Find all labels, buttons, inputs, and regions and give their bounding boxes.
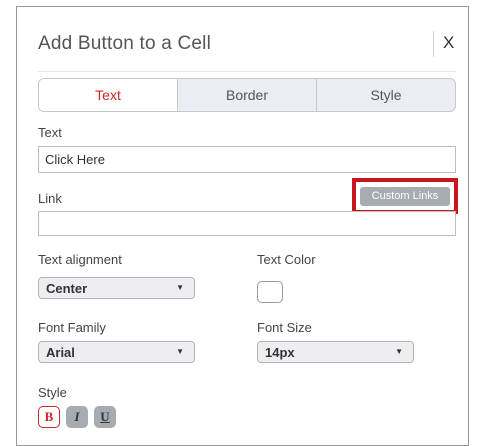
text-color-swatch[interactable] (257, 281, 283, 303)
font-family-label: Font Family (38, 320, 106, 335)
tab-bar: Text Border Style (38, 78, 456, 112)
link-label: Link (38, 191, 62, 206)
text-alignment-label: Text alignment (38, 252, 122, 267)
header-divider (38, 71, 456, 72)
caret-down-icon: ▼ (395, 347, 403, 356)
font-family-select[interactable]: Arial ▼ (38, 341, 195, 363)
font-size-value: 14px (265, 344, 295, 360)
font-family-value: Arial (46, 344, 75, 360)
italic-button[interactable]: I (66, 406, 88, 428)
text-alignment-select[interactable]: Center ▼ (38, 277, 195, 299)
font-size-select[interactable]: 14px ▼ (257, 341, 414, 363)
tab-style[interactable]: Style (316, 79, 455, 111)
custom-links-button[interactable]: Custom Links (360, 186, 450, 206)
close-button[interactable]: X (443, 33, 454, 53)
add-button-dialog: Add Button to a Cell X Text Border Style… (16, 6, 469, 446)
text-color-label: Text Color (257, 252, 316, 267)
style-label: Style (38, 385, 67, 400)
text-alignment-value: Center (46, 280, 88, 296)
custom-links-highlight: Custom Links (352, 178, 458, 214)
link-input[interactable] (38, 211, 456, 236)
close-separator (433, 31, 434, 57)
caret-down-icon: ▼ (176, 283, 184, 292)
underline-button[interactable]: U (94, 406, 116, 428)
dialog-title: Add Button to a Cell (38, 33, 211, 54)
tab-border[interactable]: Border (177, 79, 316, 111)
text-input[interactable]: Click Here (38, 146, 456, 173)
text-label: Text (38, 125, 62, 140)
font-size-label: Font Size (257, 320, 312, 335)
tab-text[interactable]: Text (39, 79, 177, 111)
bold-button[interactable]: B (38, 406, 60, 428)
caret-down-icon: ▼ (176, 347, 184, 356)
